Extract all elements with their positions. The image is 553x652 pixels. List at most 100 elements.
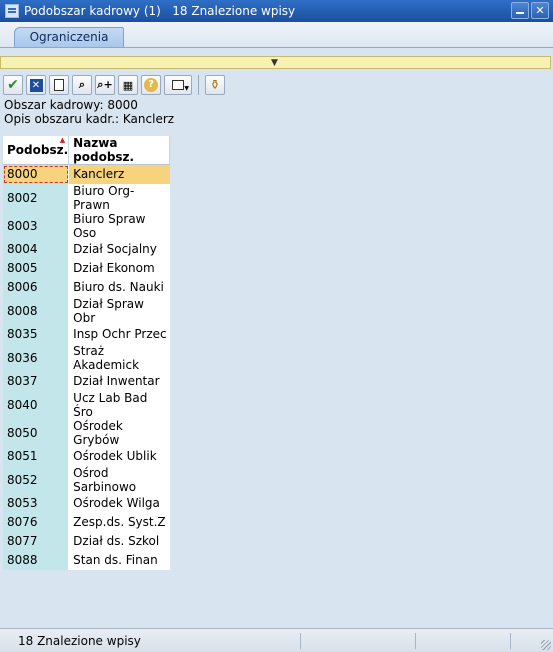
select-icon: ▦ xyxy=(122,78,134,92)
close-button[interactable]: ✕ xyxy=(531,2,549,19)
tab-divider xyxy=(0,47,553,48)
resize-grip-icon[interactable] xyxy=(541,640,551,650)
minimize-icon xyxy=(516,12,524,14)
status-separator xyxy=(415,633,416,649)
tab-strip: Ograniczenia xyxy=(0,22,553,48)
expand-arrow-icon: ▼ xyxy=(271,58,278,68)
cell-subarea-name[interactable]: Stan ds. Finan xyxy=(68,550,170,570)
cell-subarea-code[interactable]: 8051 xyxy=(3,446,70,466)
cancel-icon: ✕ xyxy=(29,78,43,92)
column-header-subarea[interactable]: Podobsz. ▲ xyxy=(3,136,70,165)
table-row[interactable]: 8052 Ośrod Sarbinowo xyxy=(3,465,170,494)
help-button[interactable]: ? xyxy=(141,75,161,95)
cell-subarea-code[interactable]: 8036 xyxy=(3,343,70,372)
status-bar: 18 Znalezione wpisy xyxy=(0,628,553,652)
cell-subarea-code[interactable]: 8077 xyxy=(3,531,70,551)
table-row[interactable]: 8088 Stan ds. Finan xyxy=(3,550,170,570)
find-next-icon: ⌕+ xyxy=(97,78,113,91)
cell-subarea-code[interactable]: 8003 xyxy=(3,211,70,240)
print-icon xyxy=(172,80,184,90)
checkmark-icon: ✔ xyxy=(7,77,19,93)
cell-subarea-name[interactable]: Zesp.ds. Syst.Z xyxy=(68,512,170,532)
table-row[interactable]: 8037 Dział Inwentar xyxy=(3,371,170,391)
cell-subarea-name[interactable]: Biuro ds. Nauki xyxy=(68,277,170,297)
table-row[interactable]: 8035 Insp Ochr Przec xyxy=(3,324,170,344)
collapse-restrictions-bar[interactable]: ▼ xyxy=(0,56,551,69)
cell-subarea-name[interactable]: Dział ds. Szkol xyxy=(68,531,170,551)
continue-button[interactable]: ✔ xyxy=(3,75,23,95)
cell-subarea-code[interactable]: 8037 xyxy=(3,371,70,391)
cell-subarea-name[interactable]: Insp Ochr Przec xyxy=(68,324,170,344)
cell-subarea-code[interactable]: 8006 xyxy=(3,277,70,297)
cell-subarea-code[interactable]: 8000 xyxy=(3,164,70,184)
table-row[interactable]: 8077 Dział ds. Szkol xyxy=(3,531,170,551)
table-row[interactable]: 8008 Dział Spraw Obr xyxy=(3,296,170,325)
new-document-icon xyxy=(54,79,64,91)
cell-subarea-name[interactable]: Kanclerz xyxy=(68,164,170,184)
cell-subarea-name[interactable]: Dział Ekonom xyxy=(68,258,170,278)
cancel-button[interactable]: ✕ xyxy=(26,75,46,95)
cell-subarea-code[interactable]: 8040 xyxy=(3,390,70,419)
title-bar: Podobszar kadrowy (1) 18 Znalezione wpis… xyxy=(0,0,553,22)
find-icon: ⌕ xyxy=(78,78,86,91)
table-row[interactable]: 8053 Ośrodek Wilga xyxy=(3,493,170,513)
find-next-button[interactable]: ⌕+ xyxy=(95,75,115,95)
status-separator xyxy=(510,633,511,649)
select-button[interactable]: ▦ xyxy=(118,75,138,95)
table-header-row: Podobsz. ▲ Nazwa podobsz. xyxy=(3,136,170,165)
cell-subarea-name[interactable]: Ucz Lab Bad Śro xyxy=(68,390,170,419)
minimize-button[interactable] xyxy=(511,2,529,19)
cell-subarea-code[interactable]: 8088 xyxy=(3,550,70,570)
table-row[interactable]: 8050 Ośrodek Grybów xyxy=(3,418,170,447)
cell-subarea-name[interactable]: Straż Akademick xyxy=(68,343,170,372)
filter-button[interactable]: ⚱ xyxy=(205,75,225,95)
cell-subarea-code[interactable]: 8035 xyxy=(3,324,70,344)
cell-subarea-code[interactable]: 8005 xyxy=(3,258,70,278)
table-row[interactable]: 8076 Zesp.ds. Syst.Z xyxy=(3,512,170,532)
cell-subarea-name[interactable]: Ośrod Sarbinowo xyxy=(68,465,170,494)
cell-subarea-name[interactable]: Ośrodek Ublik xyxy=(68,446,170,466)
column-label-subarea: Podobsz. xyxy=(7,143,69,157)
table-row[interactable]: 8003 Biuro Spraw Oso xyxy=(3,211,170,240)
table-row[interactable]: 8036 Straż Akademick xyxy=(3,343,170,372)
close-icon: ✕ xyxy=(535,4,545,17)
personnel-area-description: Opis obszaru kadr.: Kanclerz xyxy=(4,112,175,126)
cell-subarea-name[interactable]: Biuro Org-Prawn xyxy=(68,183,170,212)
cell-subarea-name[interactable]: Dział Spraw Obr xyxy=(68,296,170,325)
cell-subarea-code[interactable]: 8050 xyxy=(3,418,70,447)
cell-subarea-code[interactable]: 8004 xyxy=(3,239,70,259)
cell-subarea-name[interactable]: Ośrodek Grybów xyxy=(68,418,170,447)
cell-subarea-code[interactable]: 8076 xyxy=(3,512,70,532)
dropdown-arrow-icon: ▼ xyxy=(184,85,189,92)
cell-subarea-name[interactable]: Dział Inwentar xyxy=(68,371,170,391)
toolbar: ✔ ✕ ⌕ ⌕+ ▦ ? ▼ ⚱ xyxy=(3,75,225,97)
sort-indicator-icon: ▲ xyxy=(59,136,66,144)
cell-subarea-code[interactable]: 8053 xyxy=(3,493,70,513)
new-document-button[interactable] xyxy=(49,75,69,95)
personnel-area-info: Obszar kadrowy: 8000 xyxy=(4,98,138,112)
table-row[interactable]: 8000 Kanclerz xyxy=(3,164,170,184)
table-row[interactable]: 8051 Ośrodek Ublik xyxy=(3,446,170,466)
help-icon: ? xyxy=(144,78,158,92)
cell-subarea-name[interactable]: Dział Socjalny xyxy=(68,239,170,259)
results-table: Podobsz. ▲ Nazwa podobsz. 8000 Kanclerz 800… xyxy=(3,136,170,570)
column-label-subarea-name: Nazwa podobsz. xyxy=(73,136,135,164)
cell-subarea-name[interactable]: Ośrodek Wilga xyxy=(68,493,170,513)
cell-subarea-code[interactable]: 8008 xyxy=(3,296,70,325)
column-header-subarea-name[interactable]: Nazwa podobsz. xyxy=(68,136,170,165)
tab-ograniczenia[interactable]: Ograniczenia xyxy=(14,27,124,48)
find-button[interactable]: ⌕ xyxy=(72,75,92,95)
filter-icon: ⚱ xyxy=(209,77,221,93)
table-row[interactable]: 8006 Biuro ds. Nauki xyxy=(3,277,170,297)
print-button[interactable]: ▼ xyxy=(164,75,192,95)
table-row[interactable]: 8040 Ucz Lab Bad Śro xyxy=(3,390,170,419)
status-message: 18 Znalezione wpisy xyxy=(18,634,141,648)
window-app-icon xyxy=(5,4,19,18)
cell-subarea-name[interactable]: Biuro Spraw Oso xyxy=(68,211,170,240)
cell-subarea-code[interactable]: 8052 xyxy=(3,465,70,494)
table-row[interactable]: 8004 Dział Socjalny xyxy=(3,239,170,259)
table-row[interactable]: 8005 Dział Ekonom xyxy=(3,258,170,278)
toolbar-separator xyxy=(198,75,199,95)
cell-subarea-code[interactable]: 8002 xyxy=(3,183,70,212)
table-row[interactable]: 8002 Biuro Org-Prawn xyxy=(3,183,170,212)
